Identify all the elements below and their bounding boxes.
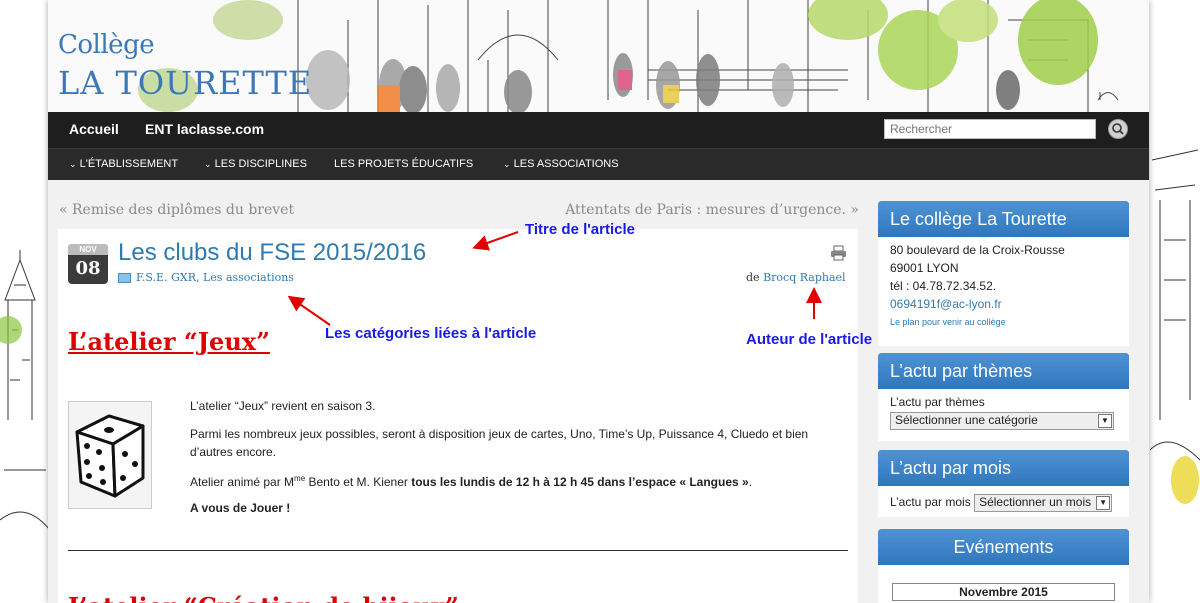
author-prefix: de bbox=[746, 271, 760, 284]
article: NOV 08 Les clubs du FSE 2015/2016 F.S.E.… bbox=[58, 229, 858, 603]
category-select[interactable]: Sélectionner une catégorie ▼ bbox=[890, 411, 1114, 430]
paragraph-1: L’atelier “Jeux” revient en saison 3. bbox=[190, 399, 376, 413]
nav-ent-laclasse[interactable]: ENT laclasse.com bbox=[145, 121, 264, 137]
college-phone: tél : 04.78.72.34.52. bbox=[890, 279, 997, 293]
chevron-down-icon: ⌄ bbox=[69, 159, 77, 169]
widget-events-title: Evénements bbox=[878, 529, 1129, 565]
site-banner: Collège LA TOURETTE bbox=[48, 0, 1149, 112]
college-address-line1: 80 boulevard de la Croix-Rousse bbox=[890, 243, 1065, 257]
next-post-link[interactable]: Attentats de Paris : mesures d’urgence. … bbox=[565, 202, 859, 218]
category-link-fse[interactable]: F.S.E. GXR bbox=[136, 271, 196, 284]
background-sketch-left bbox=[0, 0, 50, 603]
widget-college: Le collège La Tourette 80 boulevard de l… bbox=[878, 201, 1129, 346]
post-date-badge: NOV 08 bbox=[68, 244, 108, 284]
section-heading-jeux: L’atelier “Jeux” bbox=[68, 327, 270, 356]
post-date-month: NOV bbox=[68, 244, 108, 255]
nav-projets-label: LES PROJETS ÉDUCATIFS bbox=[334, 158, 474, 170]
nav-associations-label: LES ASSOCIATIONS bbox=[513, 158, 619, 170]
nav-etablissement-label: L'ÉTABLISSEMENT bbox=[79, 158, 179, 170]
widget-months: L’actu par mois L’actu par mois Sélectio… bbox=[878, 450, 1129, 517]
previous-post-link[interactable]: « Remise des diplômes du brevet bbox=[59, 202, 294, 218]
widget-themes-title: L’actu par thèmes bbox=[878, 353, 1129, 389]
college-address-line2: 69001 LYON bbox=[890, 261, 959, 275]
print-button[interactable] bbox=[830, 245, 847, 261]
nav-projets-educatifs[interactable]: LES PROJETS ÉDUCATIFS bbox=[334, 158, 473, 170]
main-navigation: Accueil ENT laclasse.com bbox=[48, 112, 1149, 148]
widget-themes: L’actu par thèmes L’actu par thèmes Séle… bbox=[878, 353, 1129, 441]
annotation-author: Auteur de l'article bbox=[746, 331, 873, 348]
themes-label: L’actu par thèmes bbox=[890, 395, 985, 409]
category-navigation: ⌄ L'ÉTABLISSEMENT ⌄ LES DISCIPLINES LES … bbox=[48, 148, 1149, 180]
sketch-illustration-left bbox=[0, 250, 50, 531]
printer-icon bbox=[831, 245, 846, 261]
paragraph-3-end: . bbox=[748, 475, 753, 489]
category-select-value: Sélectionner une catégorie bbox=[895, 412, 1038, 427]
author-link[interactable]: Brocq Raphael bbox=[763, 271, 845, 284]
article-categories: F.S.E. GXR, Les associations bbox=[118, 271, 294, 284]
widget-months-body: L’actu par mois Sélectionner un mois ▼ bbox=[878, 486, 1129, 516]
chevron-down-icon: ▼ bbox=[1098, 413, 1112, 428]
dice-image bbox=[68, 401, 152, 509]
annotation-categories: Les catégories liées à l'article bbox=[325, 325, 537, 342]
month-select[interactable]: Sélectionner un mois ▼ bbox=[974, 493, 1113, 512]
nav-associations[interactable]: ⌄ LES ASSOCIATIONS bbox=[503, 158, 619, 170]
nav-disciplines-label: LES DISCIPLINES bbox=[214, 158, 307, 170]
background-sketch-right bbox=[1150, 0, 1200, 603]
category-link-associations[interactable]: Les associations bbox=[203, 271, 294, 284]
section-heading-bijoux: L’atelier “Création de bijoux” bbox=[68, 592, 459, 603]
paragraph-3-sup: me bbox=[294, 474, 306, 483]
paragraph-3: Atelier animé par Mme Bento et M. Kiener… bbox=[190, 470, 830, 491]
article-author: de Brocq Raphael bbox=[746, 271, 846, 284]
search-button[interactable] bbox=[1108, 119, 1128, 139]
widget-months-title: L’actu par mois bbox=[878, 450, 1129, 486]
nav-etablissement[interactable]: ⌄ L'ÉTABLISSEMENT bbox=[69, 158, 178, 170]
paragraph-2: Parmi les nombreux jeux possibles, seron… bbox=[190, 427, 809, 459]
nav-accueil[interactable]: Accueil bbox=[69, 121, 119, 137]
dice-illustration bbox=[75, 414, 145, 498]
widget-college-body: 80 boulevard de la Croix-Rousse 69001 LY… bbox=[878, 237, 1129, 335]
months-label: L’actu par mois bbox=[890, 495, 971, 509]
widget-themes-body: L’actu par thèmes Sélectionner une catég… bbox=[878, 389, 1129, 434]
folder-icon bbox=[118, 273, 131, 283]
article-title[interactable]: Les clubs du FSE 2015/2016 bbox=[118, 239, 426, 267]
college-plan-link[interactable]: Le plan pour venir au collège bbox=[890, 317, 1006, 327]
widget-college-title: Le collège La Tourette bbox=[878, 201, 1129, 237]
paragraph-3-bold: tous les lundis de 12 h à 12 h 45 dans l… bbox=[411, 475, 749, 489]
widget-events: Evénements Novembre 2015 bbox=[878, 529, 1129, 603]
nav-disciplines[interactable]: ⌄ LES DISCIPLINES bbox=[204, 158, 307, 170]
search-icon bbox=[1112, 123, 1124, 135]
paragraph-3-text-a: Atelier animé par M bbox=[190, 475, 295, 489]
paragraph-3-text-b: Bento et M. Kiener bbox=[305, 475, 412, 489]
sketch-illustration-right bbox=[1150, 149, 1200, 504]
chevron-down-icon: ⌄ bbox=[503, 159, 511, 169]
site-logo-line2[interactable]: LA TOURETTE bbox=[58, 64, 312, 102]
paragraph-4: A vous de Jouer ! bbox=[190, 501, 291, 515]
widget-events-body: Novembre 2015 bbox=[878, 565, 1129, 603]
page-wrapper: Collège LA TOURETTE Accueil ENT laclasse… bbox=[48, 0, 1149, 603]
chevron-down-icon: ▼ bbox=[1096, 495, 1111, 510]
post-date-day: 08 bbox=[75, 258, 101, 279]
calendar-month-header: Novembre 2015 bbox=[892, 583, 1115, 601]
section-divider bbox=[68, 550, 848, 551]
college-email-link[interactable]: 0694191f@ac-lyon.fr bbox=[890, 297, 1002, 311]
chevron-down-icon: ⌄ bbox=[204, 159, 212, 169]
search-input[interactable] bbox=[884, 119, 1096, 139]
site-logo-line1[interactable]: Collège bbox=[58, 30, 155, 60]
month-select-value: Sélectionner un mois bbox=[979, 494, 1092, 509]
annotation-title: Titre de l'article bbox=[525, 221, 636, 238]
